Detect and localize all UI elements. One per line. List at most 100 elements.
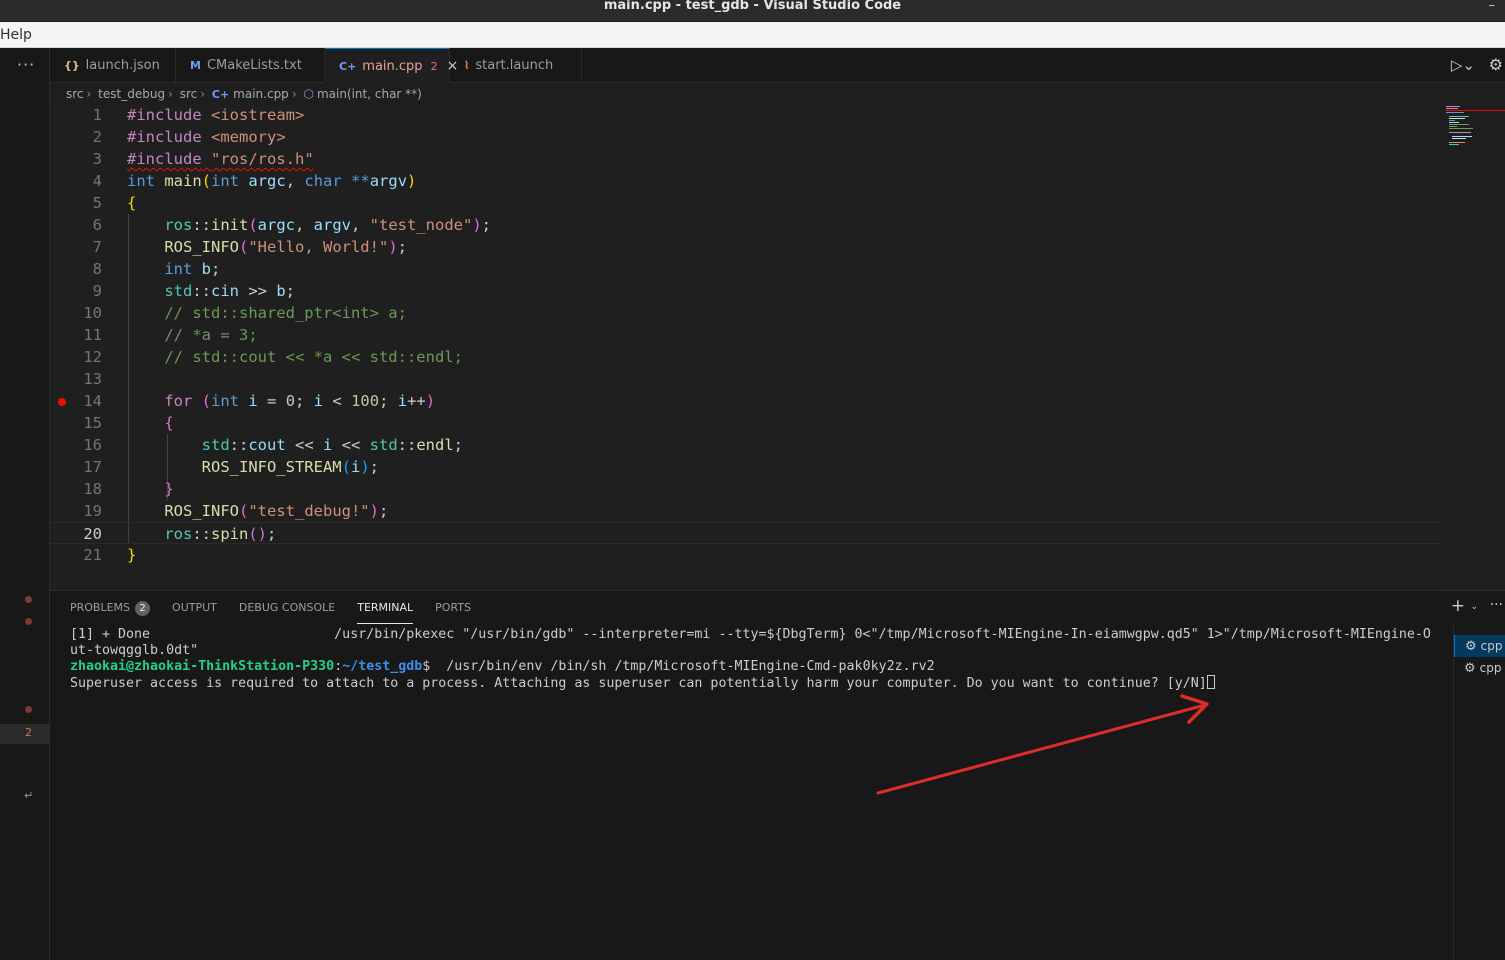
tab-debug-console[interactable]: DEBUG CONSOLE	[239, 599, 335, 619]
line-number: 6	[92, 216, 102, 234]
code-text: }	[127, 546, 137, 564]
line-number: 21	[83, 546, 102, 564]
minimap[interactable]	[1443, 104, 1505, 164]
code-line: 19 ROS_INFO("test_debug!");	[50, 500, 1440, 522]
tab-terminal[interactable]: TERMINAL	[357, 599, 413, 624]
line-number: 14	[83, 392, 102, 410]
line-number: 2	[92, 128, 102, 146]
tab-label: main.cpp	[362, 58, 423, 74]
code-text: std::cin >> b;	[164, 282, 296, 300]
code-line: 4 int main(int argc, char **argv)	[50, 170, 1440, 192]
menu-bar: Help	[0, 22, 1505, 48]
run-debug-icon[interactable]: ▷⌄	[1451, 56, 1475, 74]
line-number: 5	[92, 194, 102, 212]
breadcrumb-item[interactable]: main(int, char **)	[317, 87, 422, 101]
gear-icon[interactable]: ⚙	[1489, 55, 1503, 74]
code-line: 3 #include "ros/ros.h"	[50, 148, 1440, 170]
line-number: 15	[83, 414, 102, 432]
line-number: 11	[83, 326, 102, 344]
line-number: 13	[83, 370, 102, 388]
code-text: int main(int argc, char **argv)	[127, 172, 417, 190]
breadcrumb-item[interactable]: main.cpp	[233, 87, 289, 101]
cpp-file-icon: C+	[211, 88, 230, 101]
terminal-line: Superuser access is required to attach t…	[70, 675, 1450, 691]
code-line: 7 ROS_INFO("Hello, World!");	[50, 236, 1440, 258]
terminal-instance[interactable]: ⚙ cpp	[1454, 657, 1505, 679]
code-line: 1 #include <iostream>	[50, 104, 1440, 126]
tab-ports[interactable]: PORTS	[435, 599, 471, 619]
prompt-path: ~/test_gdb	[342, 659, 423, 674]
new-terminal-icon[interactable]: +	[1451, 596, 1465, 616]
chevron-right-icon: ›	[200, 87, 206, 101]
terminal-line: [1] + Done /usr/bin/pkexec "/usr/bin/gdb…	[70, 627, 1431, 642]
code-line: 12 // std::cout << *a << std::endl;	[50, 346, 1440, 368]
bottom-panel: PROBLEMS 2 OUTPUT DEBUG CONSOLE TERMINAL …	[50, 590, 1505, 960]
line-number: 20	[83, 525, 102, 543]
code-line: 16 std::cout << i << std::endl;	[50, 434, 1440, 456]
tab-label: PROBLEMS	[70, 601, 131, 614]
terminal-output[interactable]: [1] + Done /usr/bin/pkexec "/usr/bin/gdb…	[70, 627, 1450, 691]
breadcrumb-item[interactable]: src	[66, 87, 84, 101]
code-text: #include <iostream>	[127, 106, 305, 124]
code-editor[interactable]: 1 #include <iostream> 2 #include <memory> …	[50, 104, 1440, 590]
line-number: 19	[83, 502, 102, 520]
code-text: // *a = 3;	[164, 326, 258, 344]
code-text: // std::shared_ptr<int> a;	[164, 304, 407, 322]
annotation-arrow-icon	[876, 694, 1209, 795]
terminal-cursor[interactable]	[1206, 675, 1215, 689]
code-text: int b;	[164, 260, 221, 278]
breadcrumb-item[interactable]: test_debug	[98, 87, 165, 101]
code-line-current: 20 ros::spin();	[50, 522, 1440, 544]
tab-output[interactable]: OUTPUT	[172, 599, 217, 619]
line-number: 16	[83, 436, 102, 454]
line-number: 3	[92, 150, 102, 168]
code-text: ROS_INFO("Hello, World!");	[164, 238, 407, 256]
debug-icon: ⚙	[1465, 639, 1477, 654]
code-text: #include "ros/ros.h"	[127, 150, 314, 168]
prompt-command: $ /usr/bin/env /bin/sh /tmp/Microsoft-MI…	[422, 659, 935, 674]
code-text: ros::spin();	[164, 525, 277, 543]
error-marker-icon	[25, 596, 32, 603]
code-line: 21}	[50, 544, 1440, 566]
line-number: 8	[92, 260, 102, 278]
line-number: 10	[83, 304, 102, 322]
tab-label: launch.json	[85, 58, 160, 73]
terminal-instance[interactable]: ⚙ cpp	[1454, 635, 1505, 657]
markdown-file-icon: M	[190, 59, 201, 72]
tab-label: start.launch	[475, 58, 554, 73]
code-line: 9 std::cin >> b;	[50, 280, 1440, 302]
code-text: ROS_INFO_STREAM(i);	[201, 458, 380, 476]
tab-start-launch[interactable]: ⌇ start.launch	[450, 48, 582, 83]
error-marker-icon	[25, 706, 32, 713]
breadcrumb-item[interactable]: src	[180, 87, 198, 101]
tab-cmakelists[interactable]: M CMakeLists.txt	[176, 48, 325, 83]
breadcrumb: src › test_debug › src › C+ main.cpp › ⬡ main(…	[66, 84, 422, 104]
tab-main-cpp[interactable]: C+ main.cpp 2 ×	[325, 48, 458, 83]
more-actions-icon[interactable]: ···	[17, 55, 35, 74]
panel-tabs: PROBLEMS 2 OUTPUT DEBUG CONSOLE TERMINAL …	[70, 599, 493, 624]
tab-launch-json[interactable]: {} launch.json	[50, 48, 176, 83]
line-number: 1	[92, 106, 102, 124]
code-line: 18 }	[50, 478, 1440, 500]
code-text: ros::init(argc, argv, "test_node");	[164, 216, 492, 234]
code-line: 11 // *a = 3;	[50, 324, 1440, 346]
minimize-button[interactable]: –	[1489, 0, 1496, 12]
problem-count-badge: 2	[25, 726, 32, 739]
chevron-right-icon: ›	[291, 87, 297, 101]
more-actions-icon[interactable]: ···	[1490, 597, 1503, 613]
code-line: 15 {	[50, 412, 1440, 434]
symbol-method-icon: ⬡	[303, 87, 314, 101]
line-number: 9	[92, 282, 102, 300]
menu-help[interactable]: Help	[0, 22, 32, 48]
terminal-prompt-line: zhaokai@zhaokai-ThinkStation-P330:~/test…	[70, 659, 935, 674]
chevron-down-icon[interactable]: ⌄	[1470, 602, 1478, 612]
line-number: 17	[83, 458, 102, 476]
instance-label: cpp	[1479, 661, 1502, 675]
tab-label: CMakeLists.txt	[206, 58, 302, 73]
terminal-line: ut-towqgglb.0dt"	[70, 643, 199, 658]
tab-problems[interactable]: PROBLEMS 2	[70, 599, 151, 619]
code-text: std::cout << i << std::endl;	[201, 436, 463, 454]
json-file-icon: {}	[64, 59, 80, 72]
code-line: 8 int b;	[50, 258, 1440, 280]
code-line: 6 ros::init(argc, argv, "test_node");	[50, 214, 1440, 236]
